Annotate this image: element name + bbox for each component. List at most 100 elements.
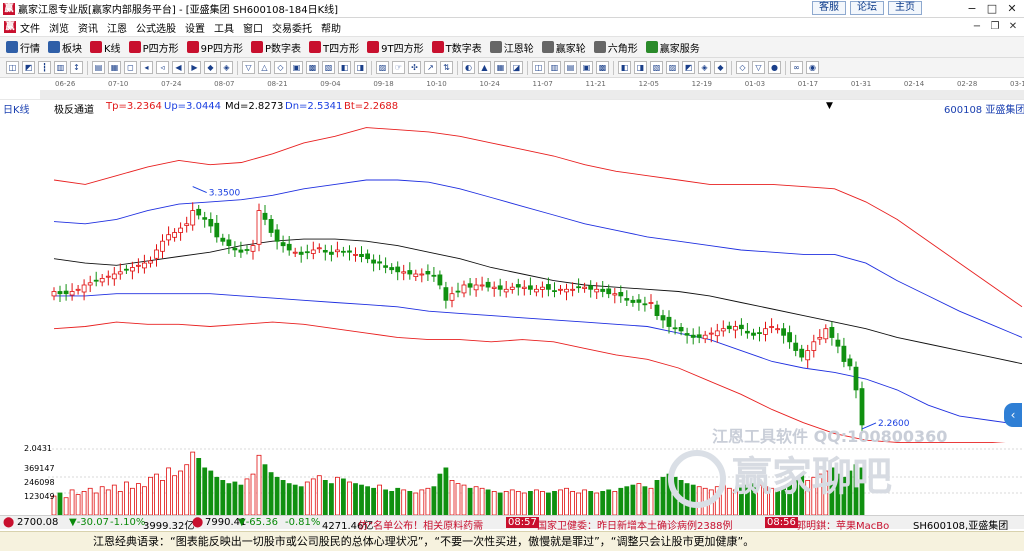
drawing-tool-icon[interactable]: ◩ — [682, 61, 695, 74]
menu-file[interactable]: 文件 — [20, 20, 40, 35]
side-expand-button[interactable]: ‹ — [1004, 403, 1022, 427]
drawing-tool-icon[interactable]: ▤ — [564, 61, 577, 74]
drawing-tool-icon[interactable]: ▶ — [188, 61, 201, 74]
drawing-tool-icon[interactable]: ▨ — [666, 61, 679, 74]
drawing-tool-icon[interactable]: ▣ — [290, 61, 303, 74]
drawing-tool-icon[interactable]: ◪ — [510, 61, 523, 74]
menu-settings[interactable]: 设置 — [185, 20, 205, 35]
kline-chart[interactable]: 3.35002.2600 — [0, 116, 1024, 443]
drawing-tool-icon[interactable]: ◩ — [22, 61, 35, 74]
news-2[interactable]: 国家卫健委：昨日新增本土确诊病例2388例 — [537, 517, 732, 532]
indicator-name[interactable]: 极反通道 — [54, 101, 94, 116]
volume-bar — [202, 467, 208, 515]
candle — [304, 244, 310, 260]
drawing-tool-icon[interactable]: ◆ — [714, 61, 727, 74]
menu-window[interactable]: 窗口 — [243, 20, 263, 35]
date-tick-label: 08-07 — [214, 80, 235, 88]
drawing-tool-icon[interactable]: ◈ — [220, 61, 233, 74]
drawing-tool-icon[interactable]: ▩ — [596, 61, 609, 74]
link-home[interactable]: 主页 — [888, 1, 922, 15]
drawing-tool-icon[interactable]: ▽ — [242, 61, 255, 74]
volume-bar — [129, 487, 135, 515]
toolbar-btn-12[interactable]: 赢家服务 — [645, 40, 700, 55]
toolbar-btn-4[interactable]: 9P四方形 — [186, 40, 243, 55]
drawing-tool-icon[interactable]: ◨ — [354, 61, 367, 74]
drawing-tool-icon[interactable]: ☞ — [392, 61, 405, 74]
link-customer-service[interactable]: 客服 — [812, 1, 846, 15]
drawing-tool-icon[interactable]: ▲ — [478, 61, 491, 74]
news-1[interactable]: 仿”名单公布！相关原料药需 — [358, 517, 483, 532]
drawing-tool-icon[interactable]: ◨ — [634, 61, 647, 74]
menu-help[interactable]: 帮助 — [321, 20, 341, 35]
drawing-tool-icon[interactable]: △ — [258, 61, 271, 74]
drawing-tool-icon[interactable]: ◃ — [156, 61, 169, 74]
drawing-tool-icon[interactable]: ▧ — [650, 61, 663, 74]
drawing-tool-icon[interactable]: ▦ — [108, 61, 121, 74]
toolbar-btn-3[interactable]: P四方形 — [128, 40, 179, 55]
menu-gann[interactable]: 江恩 — [107, 20, 127, 35]
candle — [280, 235, 286, 253]
link-forum[interactable]: 论坛 — [850, 1, 884, 15]
toolbar-btn-8[interactable]: T数字表 — [431, 40, 482, 55]
mdi-restore-icon[interactable]: ❐ — [986, 20, 1004, 34]
menu-formula[interactable]: 公式选股 — [136, 20, 176, 35]
volume-bar — [353, 483, 358, 515]
mdi-close-icon[interactable]: ✕ — [1004, 20, 1022, 34]
toolbar-btn-1[interactable]: 板块 — [48, 40, 82, 55]
drawing-tool-icon[interactable]: ▤ — [92, 61, 105, 74]
drawing-tool-icon[interactable]: ▩ — [306, 61, 319, 74]
drawing-tool-icon[interactable]: ▧ — [322, 61, 335, 74]
mdi-minimize-icon[interactable]: − — [968, 20, 986, 34]
drawing-tool-icon[interactable]: ▣ — [580, 61, 593, 74]
menu-browse[interactable]: 浏览 — [49, 20, 69, 35]
menu-trade[interactable]: 交易委托 — [272, 20, 312, 35]
drawing-tool-icon[interactable]: ◻ — [124, 61, 137, 74]
drawing-tool-icon[interactable]: ◀ — [172, 61, 185, 74]
drawing-tool-icon[interactable]: ◈ — [698, 61, 711, 74]
toolbar-btn-2[interactable]: K线 — [90, 40, 121, 55]
drawing-tool-icon[interactable]: ◇ — [736, 61, 749, 74]
toolbar-btn-6[interactable]: T四方形 — [309, 40, 359, 55]
toolbar-btn-9[interactable]: 江恩轮 — [489, 40, 534, 55]
drawing-tool-icon[interactable]: ▦ — [494, 61, 507, 74]
toolbar-btn-5[interactable]: P数字表 — [251, 40, 301, 55]
drawing-tool-icon[interactable]: ⇅ — [440, 61, 453, 74]
dollar-icon — [645, 41, 658, 53]
drawing-tool-icon[interactable]: ┇ — [38, 61, 51, 74]
drawing-tool-icon[interactable]: ◉ — [806, 61, 819, 74]
drawing-tool-icon[interactable]: ◇ — [274, 61, 287, 74]
minimize-icon[interactable]: − — [962, 1, 982, 16]
period-label[interactable]: 日K线 — [3, 101, 30, 116]
drawing-tool-icon[interactable]: ▥ — [548, 61, 561, 74]
drawing-tool-icon[interactable]: ↕ — [70, 61, 83, 74]
dropdown-arrow-icon[interactable]: ▼ — [826, 101, 833, 111]
toolbar-btn-10[interactable]: 赢家轮 — [541, 40, 586, 55]
volume-bar — [371, 487, 377, 515]
drawing-tool-icon[interactable]: ◐ — [462, 61, 475, 74]
menu-info[interactable]: 资讯 — [78, 20, 98, 35]
toolbar-btn-0[interactable]: 行情 — [6, 40, 40, 55]
drawing-tool-icon[interactable]: ▥ — [54, 61, 67, 74]
drawing-tool-icon[interactable]: ↗ — [424, 61, 437, 74]
toolbar-btn-7[interactable]: 9T四方形 — [367, 40, 424, 55]
drawing-tool-icon[interactable]: ◂ — [140, 61, 153, 74]
date-scrollbar[interactable]: 06-26 07-10 07-24 08-07 08-21 09-04 09-18 10-10… — [0, 78, 1024, 100]
close-icon[interactable]: ✕ — [1002, 1, 1022, 16]
drawing-tool-icon[interactable]: ◫ — [532, 61, 545, 74]
drawing-tool-icon[interactable]: ▽ — [752, 61, 765, 74]
candle — [781, 323, 786, 344]
drawing-tool-icon[interactable]: ▨ — [376, 61, 389, 74]
drawing-tool-icon[interactable]: ◧ — [338, 61, 351, 74]
drawing-tool-icon[interactable]: ∞ — [790, 61, 803, 74]
drawing-tool-icon[interactable]: ◫ — [6, 61, 19, 74]
volume-bar — [220, 480, 226, 515]
toolbar-btn-11[interactable]: 六角形 — [593, 40, 638, 55]
news-3[interactable]: 郭明錤：苹果MacBo — [796, 517, 889, 532]
drawing-tool-icon[interactable]: ● — [768, 61, 781, 74]
drawing-tool-icon[interactable]: ◆ — [204, 61, 217, 74]
drawing-tool-icon[interactable]: ✣ — [408, 61, 421, 74]
maximize-icon[interactable]: □ — [982, 1, 1002, 16]
drawing-tool-icon[interactable]: ◧ — [618, 61, 631, 74]
menu-tools[interactable]: 工具 — [214, 20, 234, 35]
date-scroll-track[interactable] — [40, 90, 1024, 99]
